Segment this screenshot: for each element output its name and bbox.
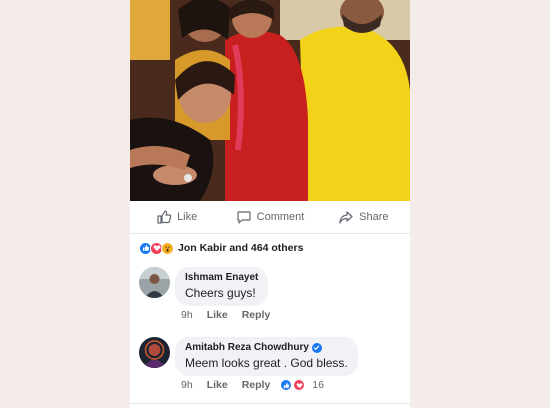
reactions-summary[interactable]: Jon Kabir and 464 others: [139, 240, 303, 256]
comment-like-button[interactable]: Like: [207, 379, 228, 391]
comment-meta: 9h Like Reply 16: [181, 379, 324, 391]
share-button[interactable]: Share: [317, 209, 410, 225]
comment-reply-button[interactable]: Reply: [242, 379, 271, 391]
comment-item: Amitabh Reza Chowdhury Meem looks great …: [139, 337, 404, 397]
comment-bubble[interactable]: Ishmam Enayet Cheers guys!: [175, 267, 269, 306]
comment-bubble[interactable]: Amitabh Reza Chowdhury Meem looks great …: [175, 337, 358, 376]
like-icon: [280, 379, 293, 391]
like-button[interactable]: Like: [130, 209, 223, 225]
share-icon: [339, 211, 353, 224]
comment-text: Meem looks great . God bless.: [185, 356, 348, 370]
comment-label: Comment: [256, 211, 305, 223]
comment-author[interactable]: Ishmam Enayet: [185, 272, 258, 283]
verified-badge-icon: [311, 342, 322, 353]
post-photo[interactable]: [130, 0, 410, 201]
comment-reply-button[interactable]: Reply: [242, 309, 271, 321]
comment-button[interactable]: Comment: [223, 209, 316, 225]
comment-time: 9h: [181, 379, 193, 391]
reaction-count: 16: [312, 379, 324, 391]
avatar[interactable]: [139, 337, 170, 368]
comment-author[interactable]: Amitabh Reza Chowdhury: [185, 342, 348, 353]
post-actions-bar: Like Comment Share: [130, 201, 410, 234]
reactions-text: Jon Kabir and 464 others: [178, 242, 304, 254]
thumbs-up-icon: [157, 210, 172, 224]
group-photo-image: [130, 0, 410, 201]
avatar[interactable]: [139, 267, 170, 298]
comment-meta: 9h Like Reply: [181, 309, 270, 321]
share-label: Share: [359, 211, 389, 223]
comment-reactions[interactable]: 16: [280, 379, 324, 391]
divider: [130, 403, 410, 404]
comment-time: 9h: [181, 309, 193, 321]
comment-item: Ishmam Enayet Cheers guys! 9h Like Reply: [139, 267, 404, 327]
post-card: Like Comment Share Jon Kabir and 464 oth…: [130, 0, 410, 408]
like-label: Like: [177, 211, 198, 223]
author-name: Ishmam Enayet: [185, 272, 259, 283]
comment-icon: [237, 211, 251, 224]
author-name: Amitabh Reza Chowdhury: [185, 342, 309, 353]
comment-text: Cheers guys!: [185, 286, 256, 300]
wow-icon: [161, 241, 174, 255]
comment-like-button[interactable]: Like: [207, 309, 228, 321]
love-icon: [293, 379, 306, 391]
